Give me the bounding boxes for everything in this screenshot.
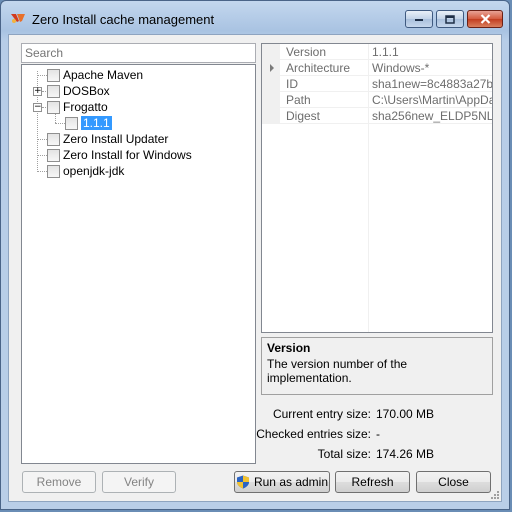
property-row[interactable]: Path C:\Users\Martin\AppData [262, 92, 492, 108]
remove-button[interactable]: Remove [22, 471, 96, 493]
tree-item-label: openjdk-jdk [63, 164, 125, 178]
expand-toggle[interactable]: + [33, 87, 42, 96]
property-name: ID [286, 77, 298, 91]
property-gutter [262, 108, 280, 124]
property-name: Architecture [286, 61, 351, 75]
property-name: Path [286, 93, 311, 107]
tree-item-label: DOSBox [63, 84, 110, 98]
tree-item-label: Zero Install for Windows [63, 148, 192, 162]
tree-item[interactable]: openjdk-jdk [47, 163, 124, 179]
current-entry-size-value: 170.00 MB [376, 407, 435, 421]
tree-item-checkbox[interactable] [47, 100, 60, 114]
tree-item-checkbox[interactable] [47, 68, 60, 82]
tree-item-checkbox[interactable] [47, 84, 60, 98]
help-title: Version [267, 341, 311, 355]
tree-item[interactable]: Frogatto [47, 99, 108, 115]
property-value[interactable]: Windows-* [372, 61, 429, 75]
collapse-toggle[interactable]: − [33, 103, 42, 112]
property-gutter [262, 76, 280, 92]
tree-connector [37, 171, 47, 172]
tree-connector [37, 139, 47, 140]
property-row-line [280, 123, 492, 124]
zero-install-logo-icon [11, 14, 25, 23]
property-grid[interactable]: Version 1.1.1 Architecture Windows-* ID … [261, 43, 493, 333]
close-window-button[interactable] [467, 10, 503, 28]
tree-item-label: 1.1.1 [81, 116, 112, 130]
maximize-button[interactable] [436, 10, 464, 28]
property-value[interactable]: sha256new_ELDP5NLD6 [372, 109, 492, 123]
close-icon [480, 14, 490, 24]
tree-item[interactable]: Zero Install Updater [47, 131, 168, 147]
total-size-value: 174.26 MB [376, 447, 435, 461]
tree-connector [37, 75, 47, 76]
search-input[interactable] [21, 43, 256, 63]
tree-item-checkbox[interactable] [47, 164, 60, 178]
minimize-button[interactable] [405, 10, 433, 28]
maximize-icon [445, 14, 455, 24]
tree-item-checkbox[interactable] [47, 148, 60, 162]
property-row[interactable]: Version 1.1.1 [262, 44, 492, 60]
expand-arrow-icon[interactable] [270, 64, 274, 72]
run-as-admin-button[interactable]: Run as admin [234, 471, 330, 493]
run-as-admin-label: Run as admin [253, 475, 329, 489]
current-entry-size-label: Current entry size: [272, 407, 371, 421]
window-title: Zero Install cache management [32, 12, 215, 27]
property-value[interactable]: 1.1.1 [372, 45, 399, 59]
tree-connector [55, 123, 65, 124]
tree-item-label: Zero Install Updater [63, 132, 169, 146]
property-value[interactable]: sha1new=8c4883a27b04 [372, 77, 492, 91]
property-gutter [262, 44, 280, 60]
property-gutter [262, 92, 280, 108]
property-row[interactable]: Digest sha256new_ELDP5NLD6 [262, 108, 492, 124]
close-button[interactable]: Close [416, 471, 491, 493]
minimize-icon [415, 19, 423, 21]
client-area: + − Apache Maven DOSBox Frogatto 1.1.1 Z… [8, 34, 502, 502]
property-value[interactable]: C:\Users\Martin\AppData [372, 93, 492, 107]
property-row[interactable]: ID sha1new=8c4883a27b04 [262, 76, 492, 92]
checked-entries-size-value: - [376, 427, 380, 441]
implementation-tree[interactable]: + − Apache Maven DOSBox Frogatto 1.1.1 Z… [21, 64, 256, 464]
tree-item-label: Apache Maven [63, 68, 144, 82]
tree-connector [37, 155, 47, 156]
uac-shield-icon [236, 475, 249, 489]
tree-item-label: Frogatto [63, 100, 108, 114]
property-help-panel: Version The version number of the implem… [261, 337, 493, 395]
tree-item-selected[interactable]: 1.1.1 [65, 115, 112, 131]
refresh-button[interactable]: Refresh [335, 471, 410, 493]
total-size-label: Total size: [317, 447, 371, 461]
property-name: Digest [286, 109, 321, 123]
help-description: The version number of the implementation… [267, 357, 408, 385]
property-row[interactable]: Architecture Windows-* [262, 60, 492, 76]
resize-grip-icon[interactable] [489, 489, 499, 499]
tree-item-checkbox[interactable] [47, 132, 60, 146]
property-name: Version [286, 45, 327, 59]
tree-item[interactable]: Apache Maven [47, 67, 143, 83]
tree-item-checkbox[interactable] [65, 116, 78, 130]
title-bar[interactable]: Zero Install cache management [1, 1, 509, 35]
verify-button[interactable]: Verify [102, 471, 176, 493]
app-window: Zero Install cache management + − [0, 0, 510, 510]
tree-item[interactable]: DOSBox [47, 83, 110, 99]
checked-entries-size-label: Checked entries size: [256, 427, 371, 441]
tree-item[interactable]: Zero Install for Windows [47, 147, 192, 163]
